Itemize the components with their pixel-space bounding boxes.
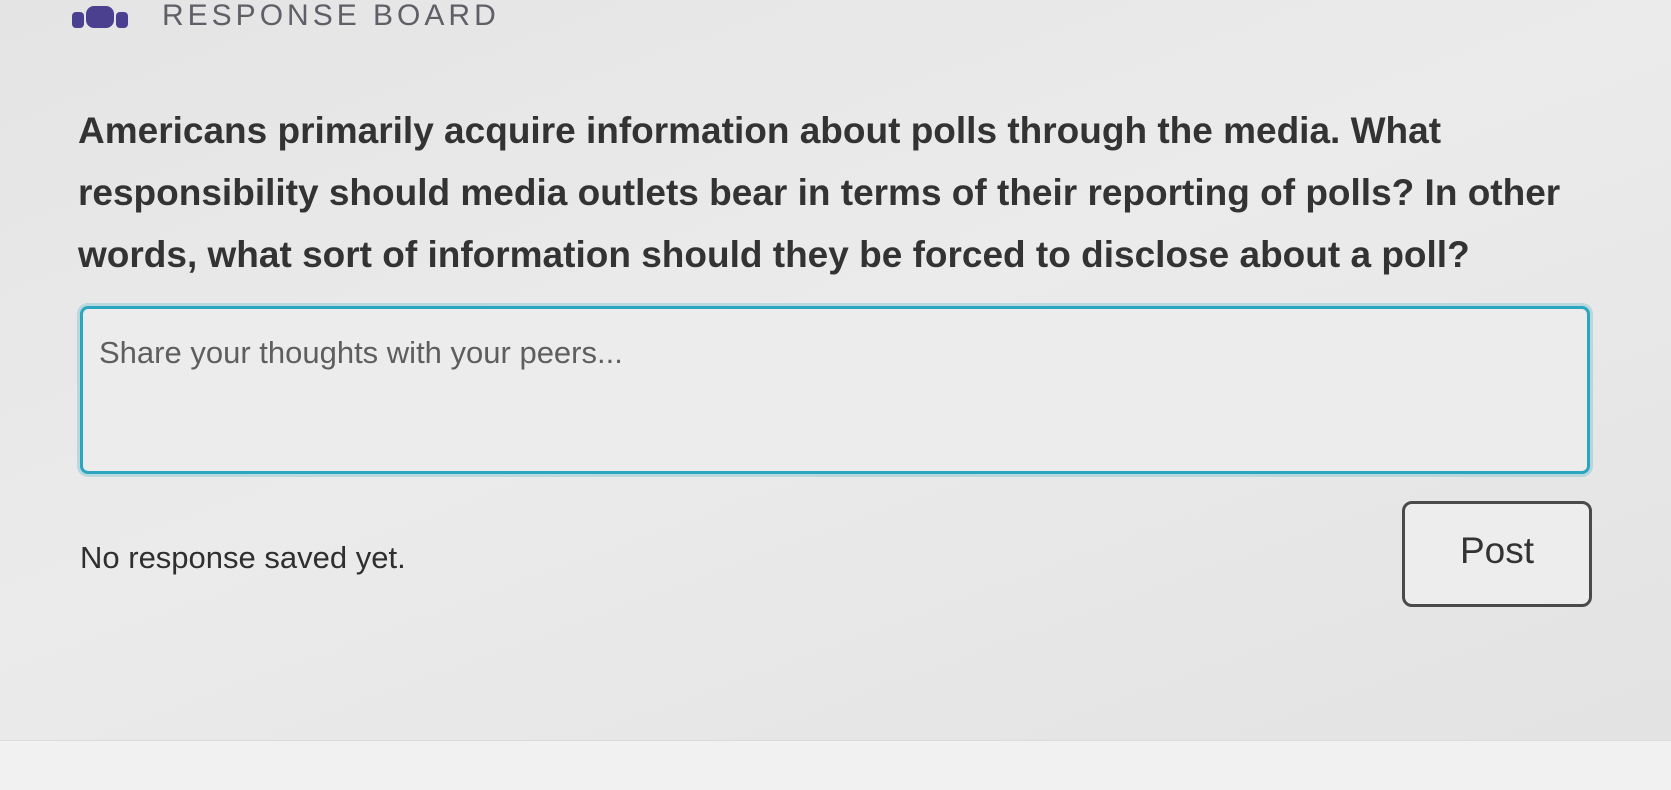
question-prompt: Americans primarily acquire information … [78, 110, 1561, 275]
board-header: RESPONSE BOARD [72, 0, 500, 32]
save-status: No response saved yet. [80, 540, 406, 575]
board-title: RESPONSE BOARD [162, 0, 500, 32]
response-textarea[interactable] [80, 306, 1590, 474]
post-button[interactable]: Post [1402, 501, 1592, 607]
group-people-icon [72, 4, 130, 28]
bottom-strip [0, 740, 1671, 790]
